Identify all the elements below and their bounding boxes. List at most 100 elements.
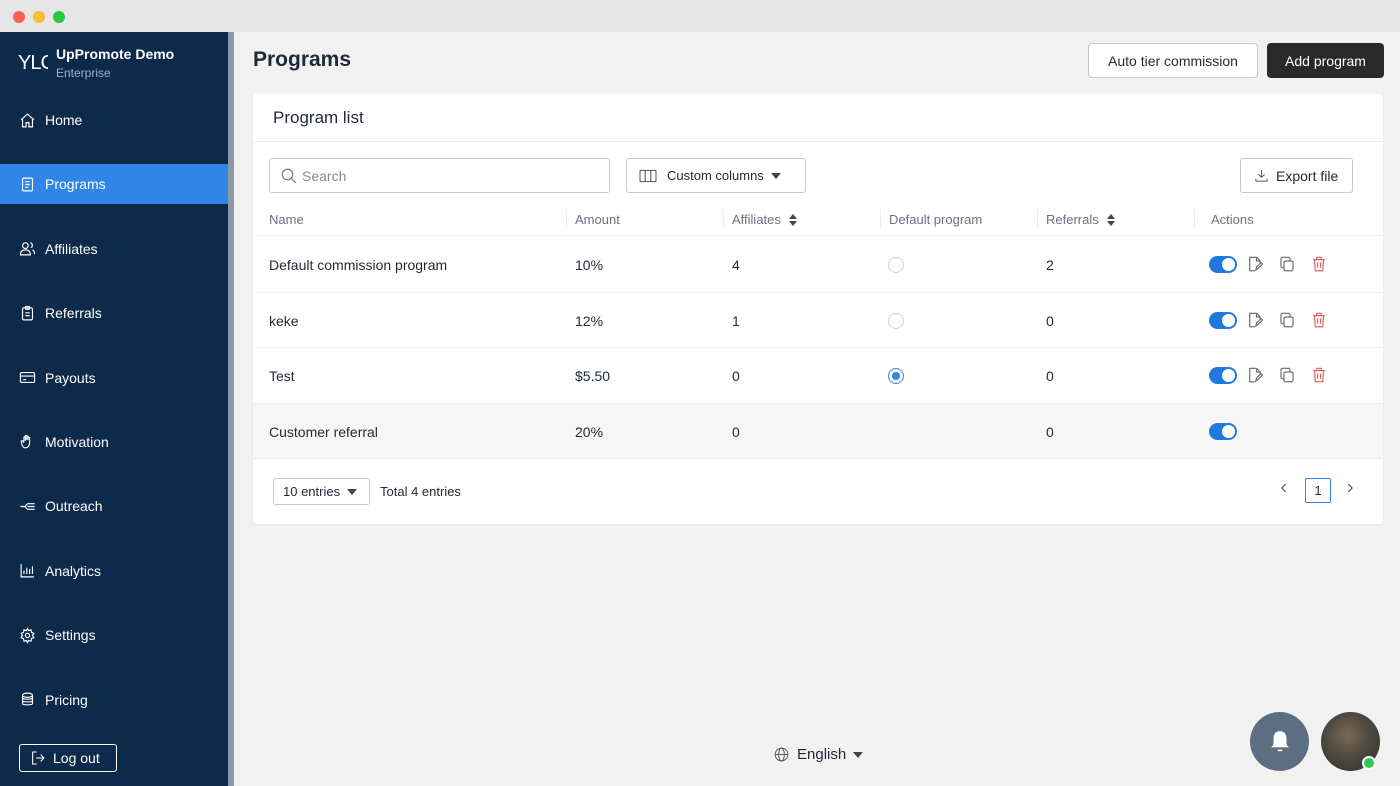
sidebar-item-affiliates[interactable]: Affiliates	[0, 229, 228, 269]
sidebar-item-outreach[interactable]: Outreach	[0, 486, 228, 526]
table-row[interactable]: Test $5.50 0 0	[253, 348, 1383, 404]
edit-icon[interactable]	[1246, 255, 1266, 275]
edit-icon[interactable]	[1246, 311, 1266, 331]
program-referrals: 0	[1046, 423, 1054, 440]
export-label: Export file	[1276, 167, 1339, 184]
sidebar-item-label: Home	[45, 112, 83, 128]
pricing-icon	[21, 692, 34, 706]
logout-button[interactable]: Log out	[19, 744, 117, 772]
outreach-icon	[20, 502, 35, 510]
program-enabled-toggle[interactable]	[1209, 256, 1237, 273]
edit-icon[interactable]	[1246, 366, 1266, 386]
column-separator	[1037, 209, 1038, 229]
chevron-left-icon	[1281, 483, 1287, 493]
divider	[253, 141, 1383, 142]
language-selector[interactable]: English	[773, 746, 864, 763]
globe-icon	[774, 747, 789, 762]
program-amount: 10%	[575, 257, 604, 273]
column-label: Name	[269, 212, 304, 227]
column-label: Amount	[575, 212, 620, 227]
default-program-radio[interactable]	[888, 257, 904, 273]
program-enabled-toggle[interactable]	[1209, 367, 1237, 384]
table-header: Name Amount Affiliates Default program R…	[253, 200, 1383, 236]
column-label: Affiliates	[732, 212, 781, 227]
sidebar: YLC UpPromote Demo Enterprise Home Progr…	[0, 32, 228, 786]
column-header-affiliates[interactable]: Affiliates	[732, 212, 797, 227]
brand-plan: Enterprise	[56, 66, 111, 80]
next-page-button[interactable]	[1343, 481, 1359, 501]
sidebar-item-label: Analytics	[45, 562, 102, 579]
bell-icon	[1270, 730, 1289, 751]
auto-tier-commission-button[interactable]: Auto tier commission	[1088, 43, 1258, 78]
sidebar-item-label: Programs	[45, 176, 106, 193]
program-enabled-toggle[interactable]	[1209, 422, 1237, 440]
sidebar-item-analytics[interactable]: Analytics	[0, 551, 228, 591]
sidebar-item-pricing[interactable]: Pricing	[0, 680, 228, 720]
page-size-select[interactable]: 10 entries	[273, 478, 370, 505]
sidebar-nav: Home Programs Affiliates Referrals Payou…	[0, 100, 228, 744]
column-separator	[566, 209, 567, 229]
main-content: Programs Auto tier commission Add progra…	[234, 32, 1400, 786]
add-program-button[interactable]: Add program	[1267, 43, 1384, 78]
payouts-icon	[19, 372, 36, 384]
language-label: English	[797, 746, 847, 763]
program-name[interactable]: Customer referral	[269, 424, 378, 440]
column-header-actions: Actions	[1211, 212, 1254, 227]
table-row[interactable]: Customer referral 20% 0 0	[253, 403, 1383, 459]
caret-down-icon	[853, 751, 864, 758]
sidebar-item-label: Payouts	[45, 369, 96, 386]
export-file-button[interactable]: Export file	[1240, 158, 1353, 193]
program-name[interactable]: Default commission program	[269, 257, 447, 273]
sidebar-item-referrals[interactable]: Referrals	[0, 293, 228, 333]
custom-columns-dropdown[interactable]: Custom columns	[626, 158, 806, 193]
settings-icon	[20, 626, 35, 644]
column-label: Referrals	[1046, 212, 1099, 227]
sidebar-item-home[interactable]: Home	[0, 100, 228, 140]
table-row[interactable]: Default commission program 10% 4 2	[253, 237, 1383, 293]
delete-icon[interactable]	[1310, 311, 1330, 331]
referrals-icon	[21, 305, 34, 321]
program-name[interactable]: keke	[269, 313, 299, 329]
search-box[interactable]	[269, 158, 610, 193]
brand-name: UpPromote Demo	[56, 46, 175, 62]
default-program-radio-selected[interactable]	[888, 368, 904, 384]
search-input[interactable]	[302, 167, 592, 184]
caret-down-icon	[770, 172, 781, 179]
window-maximize-button[interactable]	[53, 11, 65, 23]
column-header-referrals[interactable]: Referrals	[1046, 212, 1115, 227]
sort-icon[interactable]	[1106, 213, 1115, 226]
duplicate-icon[interactable]	[1278, 255, 1298, 275]
card-title: Program list	[273, 108, 364, 127]
program-affiliates: 0	[732, 368, 740, 384]
duplicate-icon[interactable]	[1278, 311, 1298, 331]
program-affiliates: 1	[732, 312, 740, 329]
program-referrals: 0	[1046, 368, 1054, 384]
programs-icon	[21, 177, 34, 192]
program-referrals: 0	[1046, 312, 1054, 329]
columns-icon	[639, 169, 657, 182]
delete-icon[interactable]	[1310, 255, 1330, 275]
sidebar-item-payouts[interactable]: Payouts	[0, 358, 228, 398]
program-affiliates: 4	[732, 257, 740, 273]
sort-icon[interactable]	[788, 213, 797, 226]
program-name[interactable]: Test	[269, 368, 295, 384]
delete-icon[interactable]	[1310, 366, 1330, 386]
custom-columns-label: Custom columns	[667, 168, 764, 183]
page-number-button[interactable]: 1	[1305, 478, 1331, 503]
sidebar-item-programs[interactable]: Programs	[0, 164, 228, 205]
window-close-button[interactable]	[13, 11, 25, 23]
search-icon	[281, 168, 297, 183]
column-header-default-program: Default program	[889, 212, 982, 227]
notification-bell-button[interactable]	[1250, 712, 1309, 771]
previous-page-button[interactable]	[1277, 481, 1293, 501]
brand[interactable]: YLC UpPromote Demo Enterprise	[18, 46, 174, 80]
sidebar-item-settings[interactable]: Settings	[0, 615, 228, 655]
duplicate-icon[interactable]	[1278, 366, 1298, 386]
window-minimize-button[interactable]	[33, 11, 45, 23]
program-amount: $5.50	[575, 368, 611, 384]
default-program-radio[interactable]	[888, 312, 904, 329]
program-enabled-toggle[interactable]	[1209, 311, 1237, 329]
table-row[interactable]: keke 12% 1 0	[253, 293, 1383, 348]
sidebar-item-motivation[interactable]: Motivation	[0, 422, 228, 462]
sidebar-item-label: Outreach	[45, 498, 103, 515]
